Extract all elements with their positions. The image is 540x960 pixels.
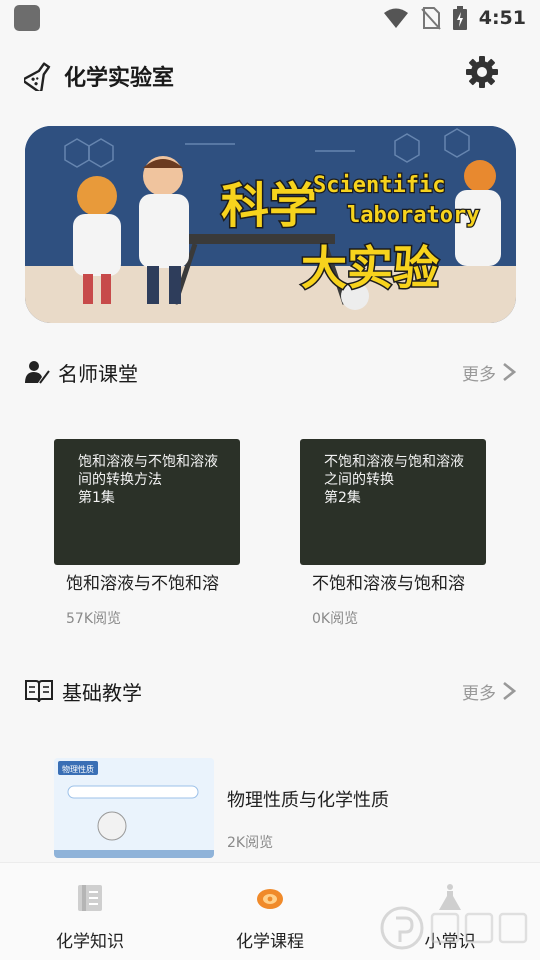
video-title: 饱和溶液与不饱和溶 [66, 574, 219, 594]
banner-title-line2: 大实验 [301, 241, 439, 295]
section-title: 名师课堂 [58, 361, 138, 386]
banner[interactable]: 科学 大实验 Scientific laboratory [25, 126, 516, 323]
thumbnail-episode: 第2集 [324, 490, 361, 506]
more-label: 更多 [462, 364, 496, 385]
thumbnail-episode: 第1集 [78, 490, 115, 506]
section-title: 基础教学 [62, 680, 142, 705]
chevron-right-icon [503, 362, 516, 382]
lesson-thumbnail: 物理性质 [54, 758, 214, 858]
no-sim-icon [420, 7, 441, 30]
video-views: 57K阅览 [66, 611, 121, 627]
app-header: 化学实验室 [0, 44, 540, 108]
banner-subtitle-line1: Scientific [313, 173, 445, 198]
nav-item-course[interactable]: 化学课程 [180, 863, 360, 960]
video-title: 不饱和溶液与饱和溶 [312, 574, 465, 594]
status-bar: 4:51 [0, 0, 540, 36]
chevron-right-icon [503, 681, 516, 701]
book-icon [73, 881, 107, 915]
video-card[interactable]: 饱和溶液与不饱和溶液间的转换方法 第1集 饱和溶液与不饱和溶 57K阅览 [54, 439, 254, 628]
status-time: 4:51 [478, 7, 526, 29]
course-icon [253, 881, 287, 915]
video-thumbnail: 不饱和溶液与饱和溶液之间的转换 第2集 [300, 439, 486, 565]
teacher-section-header: 名师课堂 更多 [0, 352, 540, 392]
nav-label: 化学知识 [56, 932, 124, 952]
video-card[interactable]: 不饱和溶液与饱和溶液之间的转换 第2集 不饱和溶液与饱和溶 0K阅览 [300, 439, 500, 628]
lesson-item[interactable]: 物理性质 物理性质与化学性质 2K阅览 [54, 758, 514, 858]
basic-section-header: 基础教学 更多 [0, 671, 540, 711]
banner-title-line1: 科学 [221, 178, 317, 234]
nav-label: 化学课程 [236, 932, 304, 952]
notification-icon [14, 5, 40, 31]
banner-subtitle-line2: laboratory [347, 203, 479, 228]
teacher-icon [25, 361, 50, 384]
book-icon [25, 680, 53, 703]
video-thumbnail: 饱和溶液与不饱和溶液间的转换方法 第1集 [54, 439, 240, 565]
basic-more-link[interactable]: 更多 [462, 679, 516, 704]
video-views: 0K阅览 [312, 611, 359, 627]
gear-icon [466, 56, 498, 88]
flask-icon [24, 62, 51, 91]
nav-item-knowledge[interactable]: 化学知识 [0, 863, 180, 960]
settings-button[interactable] [464, 54, 500, 90]
watermark-logo [378, 900, 538, 956]
page-title: 化学实验室 [64, 66, 175, 91]
banner-illustration: 科学 大实验 Scientific laboratory [25, 126, 516, 323]
wifi-icon [383, 8, 408, 28]
teacher-more-link[interactable]: 更多 [462, 360, 516, 385]
battery-icon [452, 6, 467, 30]
lesson-title: 物理性质与化学性质 [227, 790, 389, 811]
thumbnail-caption: 饱和溶液与不饱和溶液间的转换方法 [78, 454, 218, 488]
lesson-thumbnail-tag: 物理性质 [62, 764, 94, 774]
lesson-views: 2K阅览 [227, 835, 274, 851]
thumbnail-caption: 不饱和溶液与饱和溶液之间的转换 [324, 454, 464, 488]
more-label: 更多 [462, 683, 496, 704]
